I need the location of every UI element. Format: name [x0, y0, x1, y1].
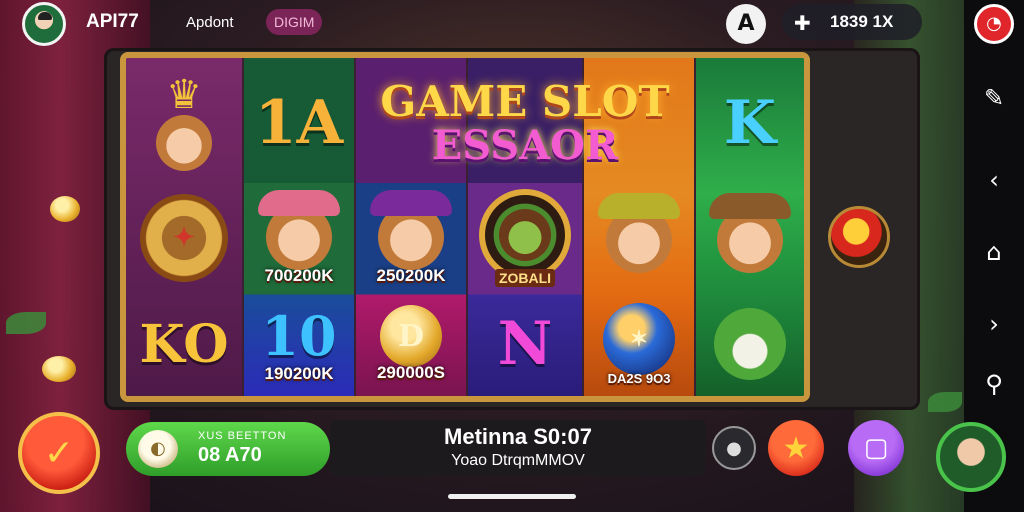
user-icon[interactable]: ⚲: [974, 364, 1014, 404]
letter-symbol: N: [468, 294, 582, 394]
symbol-value: 290000S: [376, 363, 446, 382]
bonus-symbol: ZOBALI: [468, 184, 582, 292]
cowgirl-symbol: 700200K: [244, 188, 354, 292]
account-icon[interactable]: A: [726, 4, 766, 44]
coin-decoration: [42, 356, 76, 382]
globe-symbol: ✶ DA2S 9O3: [584, 294, 694, 394]
profile-avatar[interactable]: [22, 2, 66, 46]
star-button[interactable]: ★: [768, 420, 824, 476]
character-face: [258, 190, 340, 270]
hat-icon: [598, 193, 680, 219]
info-subtitle: Yoao DtrqmMMOV: [451, 452, 585, 469]
reel-column: ♛ ✦ KO: [126, 58, 242, 396]
coin-decoration: [50, 196, 80, 222]
bonus-ring: [479, 189, 571, 281]
title-line-2: ESSAOR: [431, 122, 619, 169]
crown-icon: ♛: [166, 72, 202, 118]
info-title: Metinna S0:07: [444, 424, 592, 449]
king-symbol: ♛: [126, 64, 242, 182]
home-indicator[interactable]: [448, 494, 576, 499]
edit-icon[interactable]: ✎: [974, 78, 1014, 118]
letter-symbol: K: [696, 64, 804, 182]
coin-symbol: D 290000S: [356, 294, 466, 394]
title-line-1: GAME SLOT: [380, 77, 670, 126]
game-title: GAME SLOT ESSAOR: [360, 58, 690, 188]
back-icon[interactable]: ‹: [974, 160, 1014, 200]
top-bar: API77 Apdont DIGIM A ✚ 1839 1X: [0, 0, 964, 48]
leaf-decoration: [928, 392, 962, 412]
symbol-value: 190200K: [264, 364, 334, 383]
ten-symbol: 10 190200K: [244, 294, 354, 394]
coin-icon: ◐: [138, 430, 178, 468]
letter-n: N: [497, 309, 553, 379]
hat-icon: [370, 190, 452, 216]
coin-d-icon: D: [380, 305, 442, 367]
globe-icon: ✶: [603, 302, 675, 375]
message-button[interactable]: ▢: [848, 420, 904, 476]
stats-text: 1839 1X: [830, 12, 894, 31]
stats-pill[interactable]: ✚ 1839 1X: [782, 4, 922, 40]
info-panel: Metinna S0:07 Yoao DtrqmMMOV: [330, 420, 706, 476]
cat-symbol: [696, 294, 804, 394]
home-icon[interactable]: ⌂: [974, 232, 1014, 272]
compass-symbol: ✦: [126, 184, 242, 292]
reel-column: 1A 700200K 10 190200K: [244, 58, 354, 396]
puzzle-icon: ✚: [794, 11, 811, 35]
elf-symbol: 250200K: [356, 188, 466, 292]
nav-tag[interactable]: DIGIM: [266, 9, 323, 35]
character-face: [499, 209, 551, 261]
reel-column: K: [696, 58, 804, 396]
record-icon[interactable]: ◔: [974, 4, 1014, 44]
bet-value: 08 A70: [198, 444, 262, 466]
player-avatar[interactable]: [936, 422, 1006, 492]
character-face: [709, 193, 791, 273]
recents-icon[interactable]: ›: [974, 304, 1014, 344]
chat-icon[interactable]: ●: [712, 426, 756, 470]
compass-icon: ✦: [140, 194, 228, 282]
ko-letters: KO: [139, 313, 229, 375]
spin-orb-button[interactable]: [828, 206, 890, 268]
character-face: [598, 193, 680, 273]
bonus-label: ZOBALI: [494, 269, 556, 287]
app-name: API77: [86, 11, 139, 32]
cowgirl-symbol: [584, 188, 694, 292]
nav-link[interactable]: Apdont: [186, 14, 234, 31]
hat-icon: [258, 190, 340, 216]
hat-icon: [709, 193, 791, 219]
leaf-decoration: [6, 312, 46, 334]
symbol-value: DA2S 9O3: [607, 370, 671, 386]
character-face: [370, 190, 452, 270]
bet-label: XUS BEETTON: [198, 430, 287, 442]
ko-symbol: KO: [126, 294, 242, 394]
cat-face: [714, 308, 786, 380]
slot-reels[interactable]: ♛ ✦ KO 1A 700200K 10 190200K 250200K D 2…: [120, 52, 810, 402]
cowgirl-symbol: [696, 188, 804, 292]
letter-1a: 1A: [254, 88, 344, 158]
letter-k: K: [723, 88, 777, 158]
letter-symbol: 1A: [244, 64, 354, 182]
king-face: [156, 115, 212, 171]
back-button[interactable]: ✓: [18, 412, 100, 494]
number-10: 10: [261, 304, 337, 368]
bet-button[interactable]: ◐ XUS BEETTON 08 A70: [126, 422, 330, 476]
